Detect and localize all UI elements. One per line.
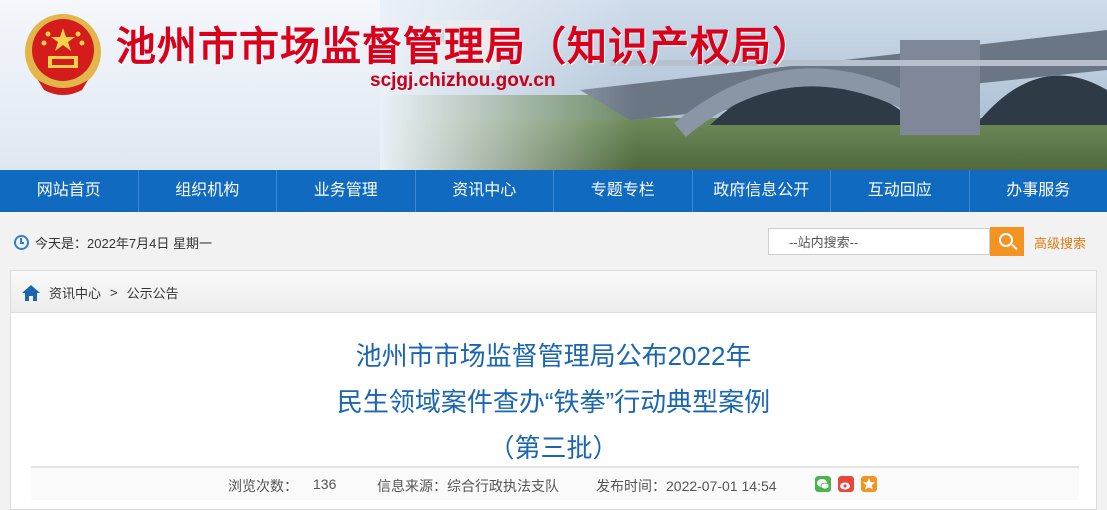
site-title: 池州市市场监督管理局（知识产权局） xyxy=(116,14,813,72)
main-nav: 网站首页 组织机构 业务管理 资讯中心 专题专栏 政府信息公开 互动回应 办事服… xyxy=(0,170,1107,212)
article-title-line-2: 民生领域案件查办“铁拳”行动典型案例 xyxy=(11,379,1096,425)
wechat-icon[interactable] xyxy=(815,476,831,492)
weibo-icon[interactable] xyxy=(838,476,854,492)
info-source: 信息来源：综合行政执法支队 xyxy=(377,476,559,496)
nav-item-interaction[interactable]: 互动回应 xyxy=(831,170,970,212)
nav-item-organization[interactable]: 组织机构 xyxy=(139,170,278,212)
date-text: 今天是：2022年7月4日 星期一 xyxy=(35,233,212,252)
nav-item-topics[interactable]: 专题专栏 xyxy=(554,170,693,212)
favorite-icon[interactable] xyxy=(861,476,877,492)
article-meta: 浏览次数： 136 信息来源：综合行政执法支队 发布时间：2022-07-01 … xyxy=(31,466,1079,500)
breadcrumb-bar: 资讯中心 > 公示公告 xyxy=(11,271,1096,313)
site-domain: scjgj.chizhou.gov.cn xyxy=(370,70,555,92)
article-title: 池州市市场监督管理局公布2022年 民生领域案件查办“铁拳”行动典型案例 （第三… xyxy=(11,333,1096,471)
views-count: 136 xyxy=(313,476,336,492)
nav-item-services[interactable]: 办事服务 xyxy=(970,170,1107,212)
breadcrumb: 资讯中心 > 公示公告 xyxy=(21,283,179,302)
nav-item-gov-info[interactable]: 政府信息公开 xyxy=(693,170,832,212)
content-panel: 资讯中心 > 公示公告 池州市市场监督管理局公布2022年 民生领域案件查办“铁… xyxy=(10,270,1097,510)
breadcrumb-separator: > xyxy=(110,285,118,300)
article-title-line-1: 池州市市场监督管理局公布2022年 xyxy=(11,333,1096,379)
site-banner: 池州市市场监督管理局（知识产权局） scjgj.chizhou.gov.cn xyxy=(0,0,1107,170)
breadcrumb-notices[interactable]: 公示公告 xyxy=(127,283,179,302)
breadcrumb-news[interactable]: 资讯中心 xyxy=(49,283,101,302)
site-search-input[interactable] xyxy=(768,228,990,255)
nav-item-news[interactable]: 资讯中心 xyxy=(416,170,555,212)
search-button[interactable] xyxy=(990,227,1024,256)
views-label: 浏览次数： xyxy=(228,476,298,496)
date-display: 今天是：2022年7月4日 星期一 xyxy=(14,233,212,252)
publish-time: 发布时间：2022-07-01 14:54 xyxy=(596,476,777,496)
clock-icon xyxy=(14,235,29,250)
national-emblem-icon xyxy=(22,10,104,98)
article-title-line-3: （第三批） xyxy=(11,425,1096,471)
advanced-search-link[interactable]: 高级搜索 xyxy=(1034,233,1086,252)
home-icon[interactable] xyxy=(21,284,41,302)
nav-item-business[interactable]: 业务管理 xyxy=(277,170,416,212)
info-bar: 今天是：2022年7月4日 星期一 高级搜索 xyxy=(0,212,1107,270)
nav-item-home[interactable]: 网站首页 xyxy=(0,170,139,212)
